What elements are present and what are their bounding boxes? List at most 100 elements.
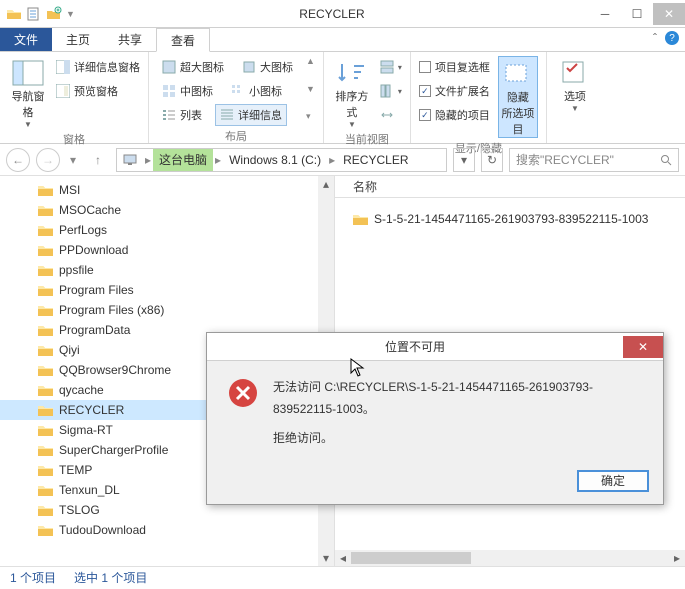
- group-by-button[interactable]: ▾: [380, 56, 402, 78]
- view-details[interactable]: 详细信息: [215, 104, 287, 126]
- hidden-items-toggle[interactable]: ✓隐藏的项目: [419, 104, 490, 126]
- list-item[interactable]: S-1-5-21-1454471165-261903793-839522115-…: [335, 208, 685, 230]
- forward-button[interactable]: →: [36, 148, 60, 172]
- properties-icon[interactable]: [26, 6, 42, 22]
- scroll-up-icon[interactable]: ▴: [318, 176, 334, 192]
- tree-item[interactable]: MSI: [0, 180, 334, 200]
- scroll-down-icon[interactable]: ▾: [318, 550, 334, 566]
- tree-item-label: Qiyi: [59, 343, 80, 357]
- chevron-right-icon[interactable]: ▸: [213, 153, 223, 167]
- files-h-scrollbar[interactable]: ◂ ▸: [335, 550, 685, 566]
- size-columns-button[interactable]: [380, 104, 402, 126]
- pc-icon: [123, 153, 137, 167]
- tree-item[interactable]: TudouDownload: [0, 520, 334, 540]
- tab-home[interactable]: 主页: [52, 28, 104, 51]
- details-pane-icon: [56, 60, 70, 74]
- chevron-down-icon: ▼: [348, 120, 356, 129]
- layout-scroll-up-icon[interactable]: ▲: [306, 56, 315, 66]
- view-medium[interactable]: 中图标: [157, 80, 218, 102]
- tab-view[interactable]: 查看: [156, 28, 210, 52]
- scroll-track[interactable]: [351, 550, 669, 566]
- ok-button[interactable]: 确定: [577, 470, 649, 492]
- address-bar[interactable]: ▸ 这台电脑 ▸ Windows 8.1 (C:) ▸ RECYCLER: [116, 148, 447, 172]
- tree-item[interactable]: MSOCache: [0, 200, 334, 220]
- dialog-titlebar[interactable]: 位置不可用 ✕: [207, 333, 663, 361]
- details-icon: [220, 108, 234, 122]
- tree-item[interactable]: PerfLogs: [0, 220, 334, 240]
- tree-item[interactable]: Program Files: [0, 280, 334, 300]
- scroll-left-icon[interactable]: ◂: [335, 551, 351, 565]
- hide-selected-button[interactable]: 隐藏 所选项目: [498, 56, 538, 138]
- breadcrumb-pc[interactable]: 这台电脑: [153, 149, 213, 171]
- tree-item-label: Program Files: [59, 283, 134, 297]
- back-button[interactable]: ←: [6, 148, 30, 172]
- address-dropdown-button[interactable]: ▾: [453, 148, 475, 172]
- view-small[interactable]: 小图标: [226, 80, 287, 102]
- item-checkboxes-toggle[interactable]: 项目复选框: [419, 56, 490, 78]
- navigation-row: ← → ▾ ↑ ▸ 这台电脑 ▸ Windows 8.1 (C:) ▸ RECY…: [0, 144, 685, 176]
- close-button[interactable]: ✕: [653, 3, 685, 25]
- refresh-button[interactable]: ↻: [481, 148, 503, 172]
- minimize-ribbon-icon[interactable]: ˆ: [653, 31, 657, 45]
- ribbon-group-panes: 导航窗格 ▼ 详细信息窗格 预览窗格 窗格: [0, 52, 149, 143]
- options-icon: [559, 60, 591, 86]
- tree-item-label: qycache: [59, 383, 104, 397]
- group-icon: [380, 60, 394, 74]
- column-header-name[interactable]: 名称: [335, 176, 685, 198]
- sort-by-button[interactable]: 排序方式 ▼: [332, 56, 372, 129]
- chevron-right-icon[interactable]: ▸: [327, 153, 337, 167]
- list-icon: [162, 108, 176, 122]
- view-list[interactable]: 列表: [157, 104, 207, 126]
- history-dropdown-icon[interactable]: ▾: [66, 153, 80, 167]
- add-columns-button[interactable]: ▾: [380, 80, 402, 102]
- up-button[interactable]: ↑: [86, 148, 110, 172]
- checkbox-checked-icon: ✓: [419, 85, 431, 97]
- tree-item-label: SuperChargerProfile: [59, 443, 168, 457]
- tree-item[interactable]: ppsfile: [0, 260, 334, 280]
- layout-scroll-down-icon[interactable]: ▼: [306, 84, 315, 94]
- folder-icon: [38, 304, 53, 316]
- details-pane-button[interactable]: 详细信息窗格: [56, 56, 140, 78]
- maximize-button[interactable]: ☐: [621, 3, 653, 25]
- window-title: RECYCLER: [75, 7, 589, 21]
- breadcrumb-drive[interactable]: Windows 8.1 (C:): [223, 149, 327, 171]
- tree-item[interactable]: Program Files (x86): [0, 300, 334, 320]
- new-folder-icon[interactable]: [46, 6, 62, 22]
- tree-item[interactable]: PPDownload: [0, 240, 334, 260]
- chevron-right-icon[interactable]: ▸: [143, 153, 153, 167]
- folder-icon[interactable]: [6, 6, 22, 22]
- tab-file[interactable]: 文件: [0, 28, 52, 51]
- layout-more-icon[interactable]: ▾: [306, 111, 315, 122]
- search-box[interactable]: 搜索"RECYCLER": [509, 148, 679, 172]
- options-button[interactable]: 选项 ▼: [555, 56, 595, 113]
- file-extensions-toggle[interactable]: ✓文件扩展名: [419, 80, 490, 102]
- help-icon[interactable]: ?: [665, 31, 679, 45]
- tab-share[interactable]: 共享: [104, 28, 156, 51]
- folder-icon: [38, 224, 53, 236]
- preview-pane-button[interactable]: 预览窗格: [56, 80, 140, 102]
- qat-dropdown-icon[interactable]: ▼: [66, 9, 75, 19]
- status-selection: 选中 1 个项目: [74, 569, 147, 586]
- address-root[interactable]: [117, 149, 143, 171]
- nav-pane-icon: [12, 60, 44, 86]
- ribbon-group-current-view: 排序方式 ▼ ▾ ▾ 当前视图: [324, 52, 411, 143]
- tree-item-label: MSI: [59, 183, 80, 197]
- scroll-thumb[interactable]: [351, 552, 471, 564]
- minimize-button[interactable]: ─: [589, 3, 621, 25]
- folder-icon: [38, 424, 53, 436]
- navigation-pane-button[interactable]: 导航窗格 ▼: [8, 56, 48, 129]
- search-icon: [660, 154, 672, 166]
- breadcrumb-folder[interactable]: RECYCLER: [337, 149, 414, 171]
- status-bar: 1 个项目 选中 1 个项目: [0, 566, 685, 588]
- folder-icon: [38, 184, 53, 196]
- view-extra-large[interactable]: 超大图标: [157, 56, 229, 78]
- chevron-down-icon: ▾: [398, 63, 402, 72]
- scroll-right-icon[interactable]: ▸: [669, 551, 685, 565]
- folder-icon: [38, 484, 53, 496]
- tree-item-label: Tenxun_DL: [59, 483, 120, 497]
- tree-item-label: ProgramData: [59, 323, 130, 337]
- small-icon: [231, 84, 245, 98]
- dialog-close-button[interactable]: ✕: [623, 336, 663, 358]
- folder-icon: [38, 464, 53, 476]
- view-large[interactable]: 大图标: [237, 56, 298, 78]
